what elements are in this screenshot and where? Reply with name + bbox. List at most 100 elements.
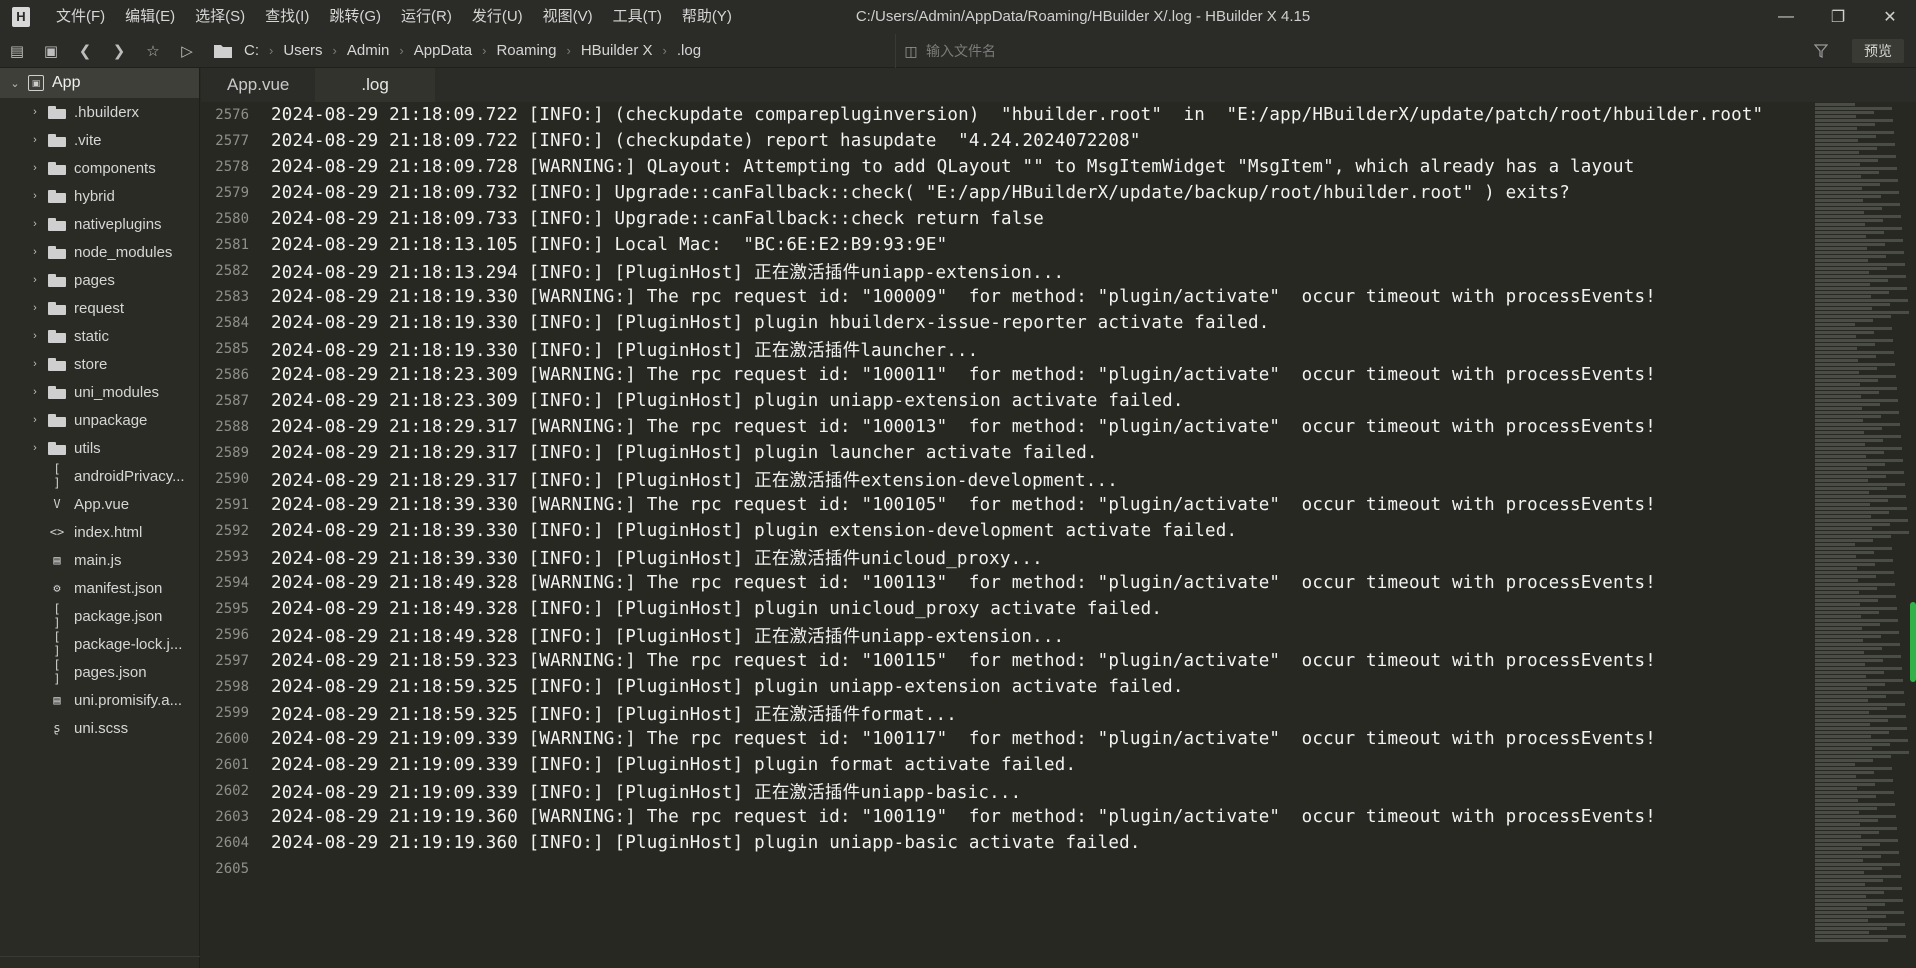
scrollbar-thumb[interactable]	[1910, 602, 1916, 682]
forward-icon[interactable]: ❯	[102, 34, 136, 68]
minimize-icon[interactable]: —	[1760, 0, 1812, 34]
menu-item[interactable]: 选择(S)	[185, 0, 255, 34]
minimap-line	[1815, 679, 1903, 682]
minimap-line	[1815, 843, 1880, 846]
tree-folder[interactable]: › store	[0, 350, 199, 378]
minimap-line	[1815, 875, 1901, 878]
breadcrumb-item[interactable]: Users	[279, 42, 326, 59]
minimap-line	[1815, 579, 1858, 582]
back-icon[interactable]: ❮	[68, 34, 102, 68]
folder-icon	[48, 273, 66, 287]
tree-folder[interactable]: › node_modules	[0, 238, 199, 266]
tree-root-app[interactable]: ⌄ ▣ App	[0, 68, 199, 98]
chevron-right-icon: ›	[33, 330, 37, 342]
minimap-line	[1815, 251, 1904, 254]
restore-icon[interactable]: ❐	[1812, 0, 1864, 34]
code-editor[interactable]: 2576 2024-08-29 21:18:09.722 [INFO:] (che…	[201, 102, 1813, 968]
editor-tab[interactable]: App.vue	[201, 68, 315, 102]
minimap-line	[1815, 715, 1906, 718]
editor-tab[interactable]: .log	[315, 68, 435, 102]
tree-folder[interactable]: › .hbuilderx	[0, 98, 199, 126]
minimap-line	[1815, 543, 1855, 546]
tree-file[interactable]: V App.vue	[0, 490, 199, 518]
line-number: 2597	[215, 653, 249, 669]
breadcrumb-item[interactable]: .log	[673, 42, 705, 59]
menu-item[interactable]: 文件(F)	[46, 0, 115, 34]
minimap[interactable]	[1813, 102, 1916, 968]
preview-button[interactable]: 预览	[1852, 39, 1904, 63]
minimap-line	[1815, 439, 1883, 442]
tree-folder[interactable]: › pages	[0, 266, 199, 294]
menu-item[interactable]: 工具(T)	[603, 0, 672, 34]
tree-folder[interactable]: › unpackage	[0, 406, 199, 434]
minimap-line	[1815, 607, 1897, 610]
minimap-line	[1815, 351, 1894, 354]
menu-item[interactable]: 发行(U)	[462, 0, 533, 34]
tree-file[interactable]: ▤ uni.promisify.a...	[0, 686, 199, 714]
new-file-icon[interactable]: ▤	[0, 34, 34, 68]
tree-folder[interactable]: › components	[0, 154, 199, 182]
tree-folder[interactable]: › uni_modules	[0, 378, 199, 406]
star-icon[interactable]: ☆	[136, 34, 170, 68]
minimap-line	[1815, 851, 1899, 854]
tree-file[interactable]: ʂ uni.scss	[0, 714, 199, 742]
minimap-line	[1815, 903, 1885, 906]
project-explorer: ⌄ ▣ App › .hbuilderx › .vite › components › hyb…	[0, 68, 200, 968]
tree-item-label: components	[74, 159, 156, 177]
minimap-line	[1815, 555, 1856, 558]
minimap-line	[1815, 191, 1899, 194]
code-line: 2592 2024-08-29 21:18:39.330 [INFO:] [Plu…	[201, 518, 1813, 544]
tree-file[interactable]: [ ] androidPrivacy...	[0, 462, 199, 490]
tree-folder[interactable]: › .vite	[0, 126, 199, 154]
tree-folder[interactable]: › static	[0, 322, 199, 350]
breadcrumb-item[interactable]: AppData	[410, 42, 476, 59]
tree-folder[interactable]: › nativeplugins	[0, 210, 199, 238]
menu-item[interactable]: 编辑(E)	[115, 0, 185, 34]
tree-folder[interactable]: › hybrid	[0, 182, 199, 210]
folder-icon	[48, 105, 66, 119]
file-search-input[interactable]	[926, 43, 1426, 59]
minimap-line	[1815, 819, 1878, 822]
minimap-line	[1815, 883, 1865, 886]
minimap-line	[1815, 803, 1895, 806]
code-line: 2590 2024-08-29 21:18:29.317 [INFO:] [Plu…	[201, 466, 1813, 492]
close-icon[interactable]: ✕	[1864, 0, 1916, 34]
menu-item[interactable]: 查找(I)	[255, 0, 319, 34]
minimap-line	[1815, 807, 1877, 810]
minimap-line	[1815, 167, 1897, 170]
minimap-line	[1815, 527, 1872, 530]
minimap-line	[1815, 131, 1894, 134]
filter-icon[interactable]	[1806, 34, 1836, 68]
code-line: 2586 2024-08-29 21:18:23.309 [WARNING:] T…	[201, 362, 1813, 388]
code-line: 2587 2024-08-29 21:18:23.309 [INFO:] [Plu…	[201, 388, 1813, 414]
folder-icon	[48, 133, 66, 147]
minimap-line	[1815, 331, 1874, 334]
breadcrumb-item[interactable]: Admin	[343, 42, 394, 59]
minimap-line	[1815, 747, 1872, 750]
minimap-line	[1815, 163, 1860, 166]
minimap-line	[1815, 447, 1902, 450]
minimap-line	[1815, 451, 1884, 454]
tree-file[interactable]: ▤ main.js	[0, 546, 199, 574]
tree-file[interactable]: [ ] pages.json	[0, 658, 199, 686]
menu-item[interactable]: 视图(V)	[533, 0, 603, 34]
chevron-right-icon: ›	[566, 43, 571, 58]
breadcrumb-item[interactable]: C:	[240, 42, 263, 59]
tree-file[interactable]: [ ] package.json	[0, 602, 199, 630]
menu-item[interactable]: 跳转(G)	[319, 0, 391, 34]
tree-folder[interactable]: › utils	[0, 434, 199, 462]
tree-file[interactable]: [ ] package-lock.j...	[0, 630, 199, 658]
menu-item[interactable]: 运行(R)	[391, 0, 462, 34]
minimap-line	[1815, 239, 1903, 242]
menu-item[interactable]: 帮助(Y)	[672, 0, 742, 34]
tree-folder[interactable]: › request	[0, 294, 199, 322]
breadcrumb-item[interactable]: HBuilder X	[577, 42, 657, 59]
save-icon[interactable]: ▣	[34, 34, 68, 68]
minimap-line	[1815, 243, 1885, 246]
tree-file[interactable]: <> index.html	[0, 518, 199, 546]
code-line: 2576 2024-08-29 21:18:09.722 [INFO:] (che…	[201, 102, 1813, 128]
tree-file[interactable]: ⚙ manifest.json	[0, 574, 199, 602]
minimap-line	[1815, 147, 1877, 150]
run-icon[interactable]: ▷	[170, 34, 204, 68]
breadcrumb-item[interactable]: Roaming	[492, 42, 560, 59]
